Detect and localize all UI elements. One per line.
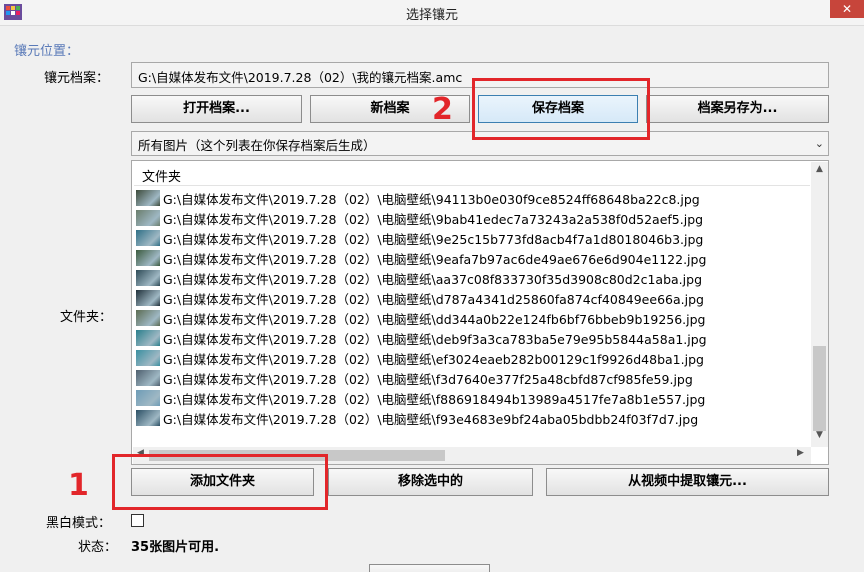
image-thumbnail [136,230,160,246]
bw-mode-checkbox[interactable] [131,514,144,527]
list-item-path: G:\自媒体发布文件\2019.7.28（02）\电脑壁纸\dd344a0b22… [163,311,706,327]
annotation-box-1 [112,454,328,510]
group-label-location: 镶元位置： [14,44,80,59]
scroll-down-icon[interactable]: ▼ [811,430,828,440]
list-item[interactable]: G:\自媒体发布文件\2019.7.28（02）\电脑壁纸\dd344a0b22… [136,308,812,328]
folder-label: 文件夹： [60,310,113,325]
list-item[interactable]: G:\自媒体发布文件\2019.7.28（02）\电脑壁纸\f3d7640e37… [136,368,812,388]
image-thumbnail [136,410,160,426]
close-button[interactable]: ✕ [830,0,864,18]
archive-label: 镶元档案： [44,71,110,86]
list-rows: G:\自媒体发布文件\2019.7.28（02）\电脑壁纸\94113b0e03… [136,188,812,428]
image-thumbnail [136,370,160,386]
list-item-path: G:\自媒体发布文件\2019.7.28（02）\电脑壁纸\9eafa7b97a… [163,251,707,267]
list-item[interactable]: G:\自媒体发布文件\2019.7.28（02）\电脑壁纸\9eafa7b97a… [136,248,812,268]
list-item-path: G:\自媒体发布文件\2019.7.28（02）\电脑壁纸\94113b0e03… [163,191,700,207]
list-column-header[interactable]: 文件夹 [134,162,810,186]
image-thumbnail [136,390,160,406]
list-item-path: G:\自媒体发布文件\2019.7.28（02）\电脑壁纸\f886918494… [163,391,706,407]
title-bar: 选择镶元 ✕ [0,0,864,26]
remove-selected-button[interactable]: 移除选中的 [328,468,533,496]
open-archive-button[interactable]: 打开档案... [131,95,302,123]
image-thumbnail [136,310,160,326]
list-item-path: G:\自媒体发布文件\2019.7.28（02）\电脑壁纸\deb9f3a3ca… [163,331,707,347]
save-archive-as-button[interactable]: 档案另存为... [646,95,829,123]
list-item-path: G:\自媒体发布文件\2019.7.28（02）\电脑壁纸\9e25c15b77… [163,231,704,247]
image-thumbnail [136,350,160,366]
list-item-path: G:\自媒体发布文件\2019.7.28（02）\电脑壁纸\d787a4341d… [163,291,704,307]
annotation-number-2: 2 [432,92,453,127]
list-item[interactable]: G:\自媒体发布文件\2019.7.28（02）\电脑壁纸\aa37c08f83… [136,268,812,288]
ok-button[interactable] [369,564,490,572]
image-thumbnail [136,210,160,226]
image-thumbnail [136,190,160,206]
vertical-scroll-thumb[interactable] [813,346,826,431]
annotation-box-2 [472,78,650,140]
list-item[interactable]: G:\自媒体发布文件\2019.7.28（02）\电脑壁纸\f93e4683e9… [136,408,812,428]
list-item[interactable]: G:\自媒体发布文件\2019.7.28（02）\电脑壁纸\94113b0e03… [136,188,812,208]
list-item[interactable]: G:\自媒体发布文件\2019.7.28（02）\电脑壁纸\9e25c15b77… [136,228,812,248]
image-filter-value: 所有图片（这个列表在你保存档案后生成） [138,138,376,153]
list-item[interactable]: G:\自媒体发布文件\2019.7.28（02）\电脑壁纸\ef3024eaeb… [136,348,812,368]
annotation-number-1: 1 [68,468,89,503]
list-item-path: G:\自媒体发布文件\2019.7.28（02）\电脑壁纸\aa37c08f83… [163,271,703,287]
status-value: 35张图片可用. [131,540,220,555]
image-thumbnail [136,330,160,346]
list-item[interactable]: G:\自媒体发布文件\2019.7.28（02）\电脑壁纸\9bab41edec… [136,208,812,228]
chevron-down-icon: ⌄ [814,137,824,150]
image-thumbnail [136,270,160,286]
vertical-scrollbar[interactable]: ▲ ▼ [811,162,828,447]
list-item[interactable]: G:\自媒体发布文件\2019.7.28（02）\电脑壁纸\d787a4341d… [136,288,812,308]
scroll-up-icon[interactable]: ▲ [811,164,828,174]
list-item-path: G:\自媒体发布文件\2019.7.28（02）\电脑壁纸\f3d7640e37… [163,371,693,387]
image-thumbnail [136,250,160,266]
folder-file-list[interactable]: 文件夹 G:\自媒体发布文件\2019.7.28（02）\电脑壁纸\94113b… [131,160,829,465]
list-item[interactable]: G:\自媒体发布文件\2019.7.28（02）\电脑壁纸\f886918494… [136,388,812,408]
status-label: 状态： [78,540,118,555]
list-item-path: G:\自媒体发布文件\2019.7.28（02）\电脑壁纸\9bab41edec… [163,211,704,227]
list-item[interactable]: G:\自媒体发布文件\2019.7.28（02）\电脑壁纸\deb9f3a3ca… [136,328,812,348]
bw-mode-label: 黑白模式： [46,516,112,531]
list-item-path: G:\自媒体发布文件\2019.7.28（02）\电脑壁纸\ef3024eaeb… [163,351,704,367]
image-thumbnail [136,290,160,306]
extract-from-video-button[interactable]: 从视频中提取镶元... [546,468,829,496]
window-title: 选择镶元 [405,8,458,23]
close-icon: ✕ [841,2,853,16]
list-item-path: G:\自媒体发布文件\2019.7.28（02）\电脑壁纸\f93e4683e9… [163,411,699,427]
scroll-right-icon[interactable]: ▶ [797,448,804,458]
